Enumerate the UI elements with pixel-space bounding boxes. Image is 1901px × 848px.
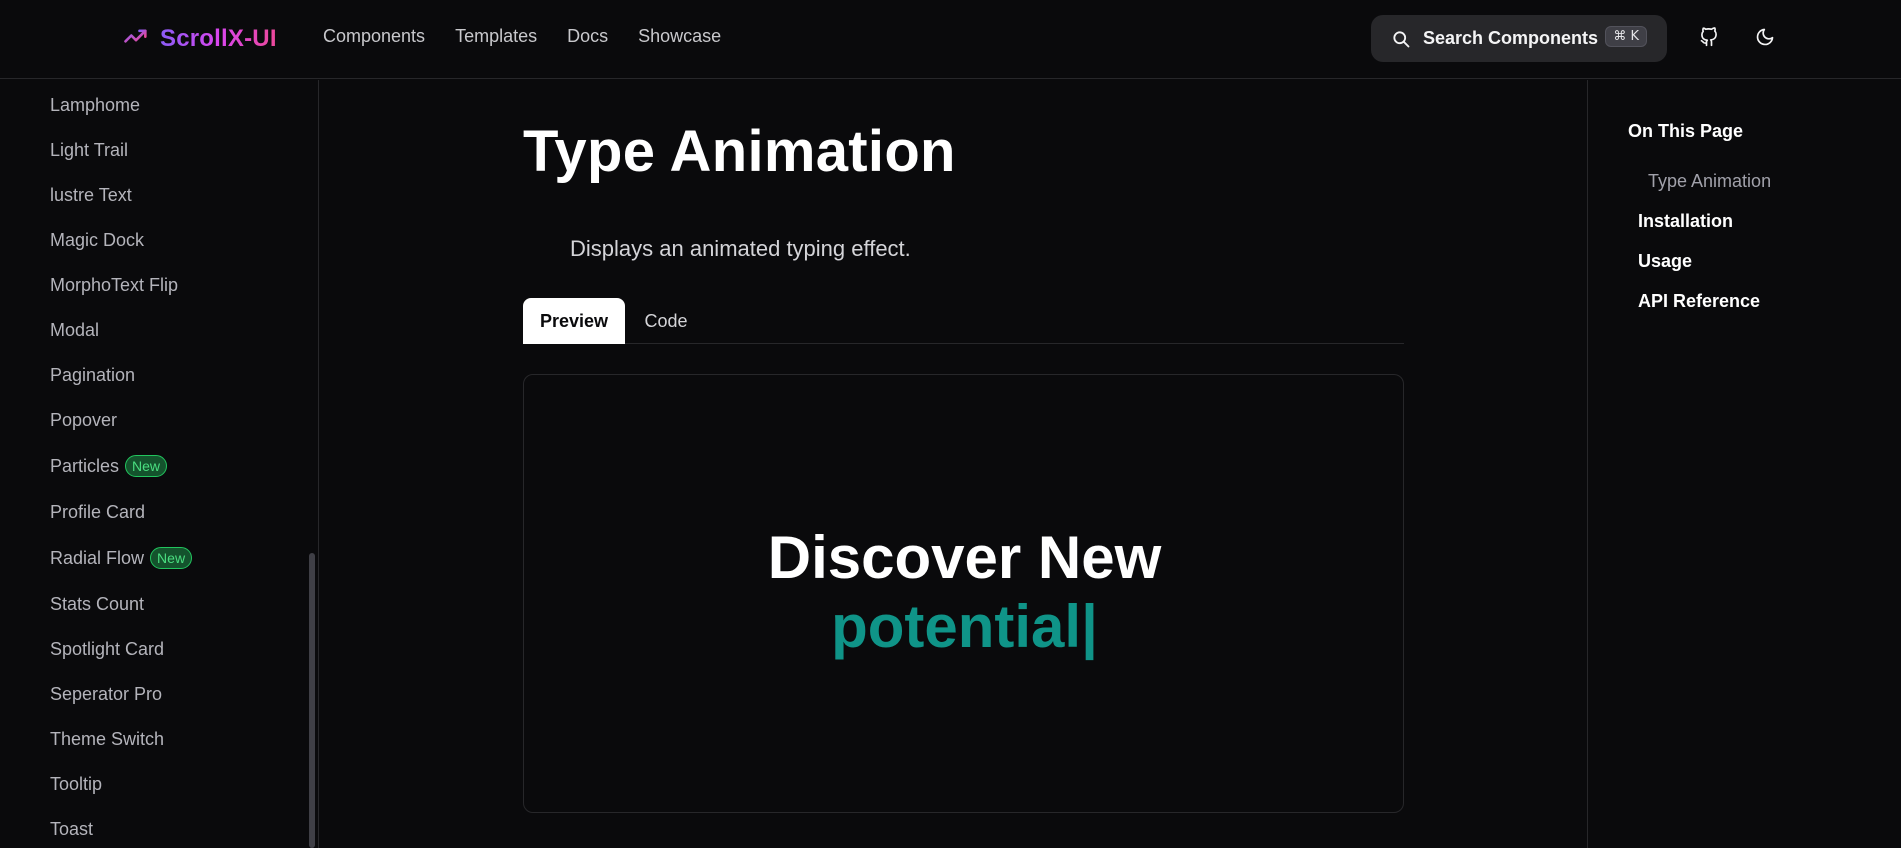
toc-item-api-reference[interactable]: API Reference: [1638, 291, 1760, 312]
sidebar-item-profile-card[interactable]: Profile Card: [50, 497, 145, 527]
sidebar-item-label: Tooltip: [50, 773, 103, 794]
sidebar-item-pagination[interactable]: Pagination: [50, 360, 135, 390]
nav-components[interactable]: Components: [323, 26, 425, 47]
main-nav: Components Templates Docs Showcase: [323, 26, 721, 47]
search-icon: [1391, 29, 1411, 49]
sidebar-item-spotlight-card[interactable]: Spotlight Card: [50, 634, 164, 664]
sidebar-item-morphotext-flip[interactable]: MorphoText Flip: [50, 270, 178, 300]
toc-title: On This Page: [1628, 121, 1744, 141]
github-button[interactable]: [1692, 22, 1726, 56]
sidebar-scrollbar[interactable]: [309, 553, 315, 848]
search-label: Search Components: [1423, 28, 1599, 48]
page-title: Type Animation: [523, 119, 956, 184]
toc-item-installation[interactable]: Installation: [1638, 211, 1733, 232]
sidebar-item-label: Seperator Pro: [50, 683, 163, 704]
nav-showcase[interactable]: Showcase: [638, 26, 721, 47]
sidebar-item-stats-count[interactable]: Stats Count: [50, 589, 144, 619]
tab-preview[interactable]: Preview: [523, 298, 625, 344]
theme-toggle-button[interactable]: [1748, 22, 1782, 56]
sidebar-item-magic-dock[interactable]: Magic Dock: [50, 225, 144, 255]
preview-code-tabs: Preview Code: [523, 298, 1404, 344]
sidebar-item-label: Profile Card: [50, 501, 146, 522]
toc-item-type-animation[interactable]: Type Animation: [1648, 171, 1771, 192]
toc-divider: [1587, 80, 1588, 848]
sidebar-item-label: Popover: [50, 409, 118, 430]
sidebar-item-particles[interactable]: Particles New: [50, 451, 168, 481]
sidebar: Lamphome Light Trail lustre Text Magic D…: [0, 80, 319, 848]
sidebar-item-lustre-text[interactable]: lustre Text: [50, 180, 132, 210]
github-icon: [1699, 26, 1719, 52]
sidebar-item-label: Stats Count: [50, 593, 145, 614]
sidebar-item-label: Lamphome: [50, 94, 141, 115]
tab-code[interactable]: Code: [625, 298, 707, 344]
sidebar-item-toast[interactable]: Toast: [50, 814, 93, 844]
sidebar-item-light-trail[interactable]: Light Trail: [50, 135, 128, 165]
search-button[interactable]: Search Components ⌘ K: [1371, 15, 1667, 62]
page-description: Displays an animated typing effect.: [570, 236, 911, 261]
sidebar-item-tooltip[interactable]: Tooltip: [50, 769, 102, 799]
sidebar-item-theme-switch[interactable]: Theme Switch: [50, 724, 164, 754]
new-badge: New: [125, 455, 168, 477]
nav-templates[interactable]: Templates: [455, 26, 537, 47]
nav-docs[interactable]: Docs: [567, 26, 608, 47]
type-animation-typed-text: potential|: [831, 593, 1098, 660]
sidebar-item-label: Spotlight Card: [50, 638, 165, 659]
preview-panel: Discover New potential|: [523, 374, 1404, 813]
sidebar-item-label: Particles: [50, 455, 120, 476]
sidebar-item-label: lustre Text: [50, 184, 132, 205]
sidebar-item-label: Modal: [50, 319, 100, 340]
sidebar-item-seperator-pro[interactable]: Seperator Pro: [50, 679, 162, 709]
sidebar-item-label: Light Trail: [50, 139, 129, 160]
brand-logo[interactable]: ScrollX-UI: [122, 22, 277, 56]
top-header: ScrollX-UI Components Templates Docs Sho…: [0, 0, 1901, 79]
sidebar-item-radial-flow[interactable]: Radial Flow New: [50, 543, 193, 573]
sidebar-item-label: Pagination: [50, 364, 136, 385]
sidebar-item-modal[interactable]: Modal: [50, 315, 99, 345]
trend-chart-icon: [122, 25, 150, 53]
new-badge: New: [150, 547, 193, 569]
toc-item-usage[interactable]: Usage: [1638, 251, 1692, 272]
search-shortcut: ⌘ K: [1605, 26, 1647, 47]
sidebar-item-label: Theme Switch: [50, 728, 165, 749]
brand-name: ScrollX-UI: [160, 25, 277, 52]
sidebar-item-lamphome[interactable]: Lamphome: [50, 90, 140, 120]
sidebar-item-label: Toast: [50, 818, 94, 839]
type-animation-heading: Discover New: [767, 524, 1162, 591]
sidebar-item-label: MorphoText Flip: [50, 274, 179, 295]
sidebar-item-label: Magic Dock: [50, 229, 145, 250]
sidebar-item-popover[interactable]: Popover: [50, 405, 117, 435]
moon-icon: [1755, 27, 1775, 52]
sidebar-item-label: Radial Flow: [50, 547, 145, 568]
